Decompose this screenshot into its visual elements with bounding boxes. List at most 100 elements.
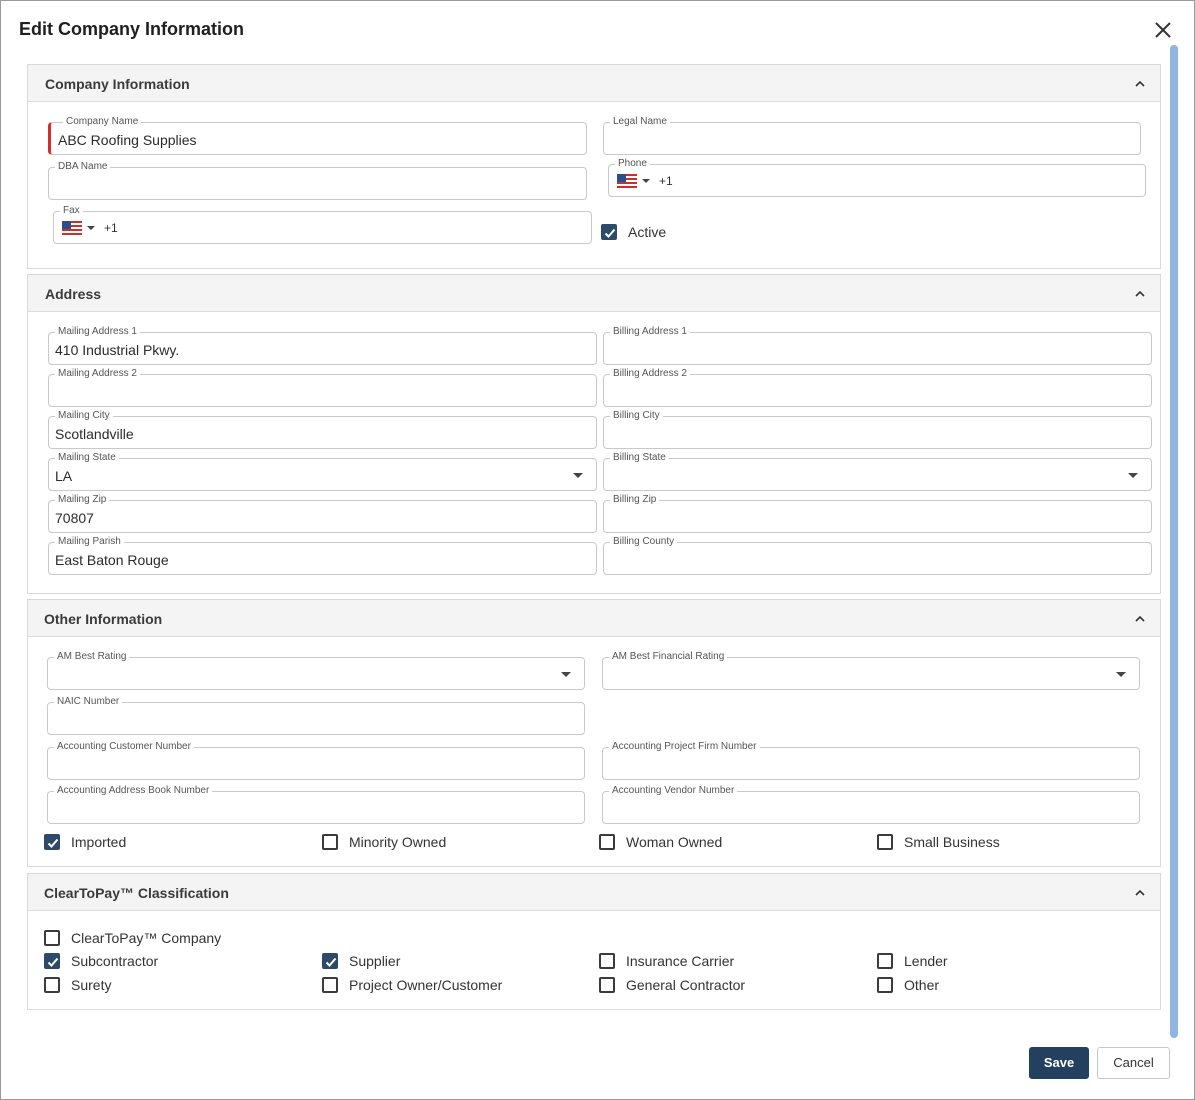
chevron-up-icon[interactable] bbox=[1134, 612, 1146, 624]
accounting-customer-number-field[interactable]: Accounting Customer Number bbox=[47, 741, 585, 780]
checkbox-box[interactable] bbox=[877, 834, 893, 850]
checkbox-label: Active bbox=[628, 224, 667, 240]
general-contractor-checkbox[interactable]: General Contractor bbox=[599, 977, 799, 995]
company-info-header[interactable]: Company Information bbox=[28, 65, 1160, 102]
minority-owned-checkbox[interactable]: Minority Owned bbox=[322, 834, 502, 852]
field-label: Legal Name bbox=[610, 116, 670, 128]
checkbox-box[interactable] bbox=[877, 977, 893, 993]
naic-number-field[interactable]: NAIC Number bbox=[47, 696, 585, 735]
active-checkbox[interactable]: Active bbox=[601, 224, 721, 242]
checkbox-label: Imported bbox=[71, 834, 127, 850]
checkbox-box[interactable] bbox=[322, 977, 338, 993]
billing-state-select[interactable]: Billing State bbox=[603, 452, 1152, 491]
us-flag-icon[interactable] bbox=[62, 221, 82, 235]
field-value: East Baton Rouge bbox=[55, 552, 169, 568]
checkbox-box[interactable] bbox=[44, 834, 60, 850]
us-flag-icon[interactable] bbox=[617, 174, 637, 188]
subcontractor-checkbox[interactable]: Subcontractor bbox=[44, 953, 244, 971]
checkbox-label: Surety bbox=[71, 977, 112, 993]
phone-field[interactable]: Phone +1 bbox=[608, 158, 1146, 197]
checkbox-label: Insurance Carrier bbox=[626, 953, 735, 969]
legal-name-field[interactable]: Legal Name bbox=[603, 116, 1141, 155]
checkbox-box[interactable] bbox=[322, 834, 338, 850]
billing-zip-field[interactable]: Billing Zip bbox=[603, 494, 1152, 533]
checkbox-box[interactable] bbox=[601, 224, 617, 240]
checkbox-box[interactable] bbox=[877, 953, 893, 969]
chevron-up-icon[interactable] bbox=[1134, 77, 1146, 89]
chevron-down-icon[interactable] bbox=[573, 473, 583, 478]
mailing-address-1-field[interactable]: Mailing Address 1 410 Industrial Pkwy. bbox=[48, 326, 597, 365]
fax-field[interactable]: Fax +1 bbox=[53, 205, 592, 244]
small-business-checkbox[interactable]: Small Business bbox=[877, 834, 1057, 852]
am-best-rating-select[interactable]: AM Best Rating bbox=[47, 651, 585, 690]
other-info-section: Other Information AM Best Rating AM Best… bbox=[27, 599, 1161, 867]
field-value: 410 Industrial Pkwy. bbox=[55, 342, 180, 358]
billing-city-field[interactable]: Billing City bbox=[603, 410, 1152, 449]
accounting-address-book-number-field[interactable]: Accounting Address Book Number bbox=[47, 785, 585, 824]
am-best-financial-rating-select[interactable]: AM Best Financial Rating bbox=[602, 651, 1140, 690]
chevron-down-icon[interactable] bbox=[1128, 473, 1138, 478]
checkbox-box[interactable] bbox=[44, 977, 60, 993]
field-label: Billing Zip bbox=[610, 494, 660, 506]
field-label: Mailing City bbox=[55, 410, 113, 422]
checkbox-box[interactable] bbox=[44, 930, 60, 946]
cancel-button[interactable]: Cancel bbox=[1097, 1047, 1170, 1079]
field-label: AM Best Rating bbox=[54, 651, 130, 663]
mailing-zip-field[interactable]: Mailing Zip 70807 bbox=[48, 494, 597, 533]
field-label: AM Best Financial Rating bbox=[609, 651, 728, 663]
cleartopay-company-checkbox[interactable]: ClearToPay™ Company bbox=[44, 930, 264, 948]
chevron-down-icon[interactable] bbox=[1116, 672, 1126, 677]
dial-code: +1 bbox=[659, 174, 673, 188]
edit-company-dialog: Edit Company Information Company Informa… bbox=[0, 0, 1195, 1100]
supplier-checkbox[interactable]: Supplier bbox=[322, 953, 522, 971]
woman-owned-checkbox[interactable]: Woman Owned bbox=[599, 834, 779, 852]
mailing-address-2-field[interactable]: Mailing Address 2 bbox=[48, 368, 597, 407]
field-value: LA bbox=[55, 468, 73, 484]
other-info-header[interactable]: Other Information bbox=[28, 600, 1160, 637]
scrollbar[interactable] bbox=[1170, 45, 1178, 1038]
field-label: Accounting Address Book Number bbox=[54, 785, 213, 797]
field-label: DBA Name bbox=[55, 161, 111, 173]
chevron-down-icon[interactable] bbox=[87, 226, 95, 230]
section-title: ClearToPay™ Classification bbox=[44, 885, 229, 901]
lender-checkbox[interactable]: Lender bbox=[877, 953, 1057, 971]
close-icon[interactable] bbox=[1152, 19, 1174, 41]
chevron-down-icon[interactable] bbox=[561, 672, 571, 677]
field-label: Phone bbox=[615, 158, 650, 170]
dba-name-field[interactable]: DBA Name bbox=[48, 161, 587, 200]
project-owner-customer-checkbox[interactable]: Project Owner/Customer bbox=[322, 977, 542, 995]
checkbox-box[interactable] bbox=[44, 953, 60, 969]
field-label: Accounting Project Firm Number bbox=[609, 741, 760, 753]
mailing-state-select[interactable]: Mailing State LA bbox=[48, 452, 597, 491]
mailing-city-field[interactable]: Mailing City Scotlandville bbox=[48, 410, 597, 449]
billing-county-field[interactable]: Billing County bbox=[603, 536, 1152, 575]
billing-address-2-field[interactable]: Billing Address 2 bbox=[603, 368, 1152, 407]
surety-checkbox[interactable]: Surety bbox=[44, 977, 244, 995]
save-button[interactable]: Save bbox=[1029, 1047, 1089, 1079]
billing-address-1-field[interactable]: Billing Address 1 bbox=[603, 326, 1152, 365]
accounting-vendor-number-field[interactable]: Accounting Vendor Number bbox=[602, 785, 1140, 824]
chevron-up-icon[interactable] bbox=[1134, 287, 1146, 299]
checkbox-label: Subcontractor bbox=[71, 953, 159, 969]
checkbox-box[interactable] bbox=[599, 834, 615, 850]
field-value: 70807 bbox=[55, 510, 94, 526]
checkbox-box[interactable] bbox=[599, 953, 615, 969]
field-label: Company Name bbox=[63, 116, 142, 128]
checkbox-label: ClearToPay™ Company bbox=[71, 930, 222, 946]
checkbox-label: Minority Owned bbox=[349, 834, 447, 850]
insurance-carrier-checkbox[interactable]: Insurance Carrier bbox=[599, 953, 799, 971]
company-name-field[interactable]: Company Name ABC Roofing Supplies bbox=[48, 116, 587, 155]
checkbox-box[interactable] bbox=[322, 953, 338, 969]
chevron-down-icon[interactable] bbox=[642, 179, 650, 183]
classification-header[interactable]: ClearToPay™ Classification bbox=[28, 874, 1160, 911]
chevron-up-icon[interactable] bbox=[1134, 886, 1146, 898]
imported-checkbox[interactable]: Imported bbox=[44, 834, 194, 852]
field-label: Fax bbox=[60, 205, 83, 217]
field-label: Billing Address 1 bbox=[610, 326, 690, 338]
address-header[interactable]: Address bbox=[28, 275, 1160, 312]
mailing-parish-field[interactable]: Mailing Parish East Baton Rouge bbox=[48, 536, 597, 575]
checkbox-box[interactable] bbox=[599, 977, 615, 993]
accounting-project-firm-number-field[interactable]: Accounting Project Firm Number bbox=[602, 741, 1140, 780]
field-label: Accounting Customer Number bbox=[54, 741, 194, 753]
other-checkbox[interactable]: Other bbox=[877, 977, 1057, 995]
